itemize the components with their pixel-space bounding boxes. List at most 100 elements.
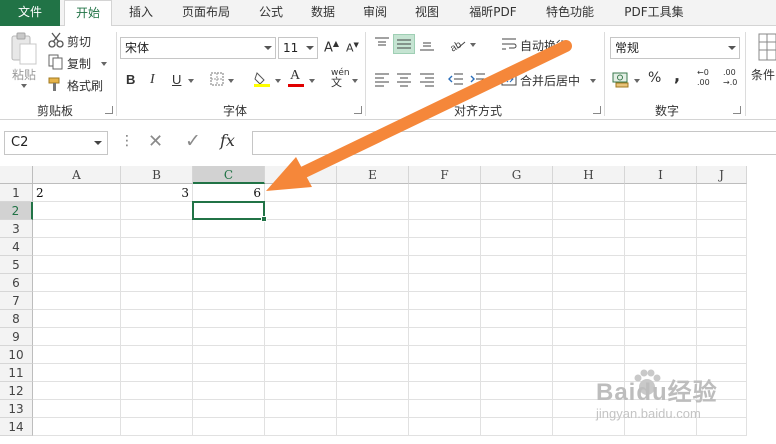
font-color-dropdown-icon[interactable] xyxy=(309,79,315,83)
cell-b1[interactable]: 3 xyxy=(121,184,193,202)
increase-decimal-button[interactable]: ←0 .00 xyxy=(697,68,710,88)
row-header-8[interactable]: 8 xyxy=(0,310,33,328)
cell-i5[interactable] xyxy=(625,256,697,274)
cell-h13[interactable] xyxy=(553,400,625,418)
cell-h7[interactable] xyxy=(553,292,625,310)
cell-d4[interactable] xyxy=(265,238,337,256)
orientation-icon[interactable]: ab xyxy=(448,36,466,54)
select-all-corner[interactable] xyxy=(0,166,33,184)
cell-i12[interactable] xyxy=(625,382,697,400)
borders-dropdown-icon[interactable] xyxy=(228,79,234,83)
align-right-icon[interactable] xyxy=(419,71,435,87)
cell-j1[interactable] xyxy=(697,184,747,202)
phonetic-guide-button[interactable]: wén 文 xyxy=(331,68,350,88)
align-bottom-icon[interactable] xyxy=(419,36,435,52)
cell-e12[interactable] xyxy=(337,382,409,400)
cell-a7[interactable] xyxy=(33,292,121,310)
cut-button[interactable]: 剪切 xyxy=(67,33,91,50)
number-format-select[interactable]: 常规 xyxy=(610,37,740,59)
align-middle-button[interactable] xyxy=(393,34,415,54)
cell-d14[interactable] xyxy=(265,418,337,436)
cell-b3[interactable] xyxy=(121,220,193,238)
column-header-c[interactable]: C xyxy=(193,166,265,184)
fill-handle[interactable] xyxy=(261,216,267,222)
cell-e4[interactable] xyxy=(337,238,409,256)
clipboard-launcher-icon[interactable] xyxy=(105,106,113,114)
cell-i6[interactable] xyxy=(625,274,697,292)
cell-f2[interactable] xyxy=(409,202,481,220)
cell-g1[interactable] xyxy=(481,184,553,202)
cell-c1[interactable]: 6 xyxy=(193,184,265,202)
cell-a5[interactable] xyxy=(33,256,121,274)
cell-g7[interactable] xyxy=(481,292,553,310)
underline-button[interactable]: U xyxy=(172,72,181,87)
insert-function-button[interactable]: fx xyxy=(220,131,235,150)
column-header-a[interactable]: A xyxy=(33,166,121,184)
cell-h8[interactable] xyxy=(553,310,625,328)
tab-data[interactable]: 数据 xyxy=(300,0,346,26)
cell-c11[interactable] xyxy=(193,364,265,382)
font-family-select[interactable]: 宋体 xyxy=(120,37,276,59)
cell-a12[interactable] xyxy=(33,382,121,400)
cell-d2[interactable] xyxy=(265,202,337,220)
cell-d7[interactable] xyxy=(265,292,337,310)
cell-e7[interactable] xyxy=(337,292,409,310)
cell-g11[interactable] xyxy=(481,364,553,382)
cell-i8[interactable] xyxy=(625,310,697,328)
confirm-entry-button[interactable]: ✓ xyxy=(185,130,201,152)
cell-b4[interactable] xyxy=(121,238,193,256)
cell-e5[interactable] xyxy=(337,256,409,274)
cell-g10[interactable] xyxy=(481,346,553,364)
merge-center-dropdown-icon[interactable] xyxy=(590,79,596,83)
cell-i13[interactable] xyxy=(625,400,697,418)
cell-c4[interactable] xyxy=(193,238,265,256)
cell-g12[interactable] xyxy=(481,382,553,400)
cell-e2[interactable] xyxy=(337,202,409,220)
tab-view[interactable]: 视图 xyxy=(404,0,450,26)
cell-a13[interactable] xyxy=(33,400,121,418)
cell-d10[interactable] xyxy=(265,346,337,364)
cell-j2[interactable] xyxy=(697,202,747,220)
cell-i4[interactable] xyxy=(625,238,697,256)
cell-j7[interactable] xyxy=(697,292,747,310)
cancel-entry-button[interactable]: ✕ xyxy=(148,131,163,152)
bold-button[interactable]: B xyxy=(126,72,135,87)
cell-e6[interactable] xyxy=(337,274,409,292)
cell-f7[interactable] xyxy=(409,292,481,310)
tab-page-layout[interactable]: 页面布局 xyxy=(170,0,242,26)
row-header-3[interactable]: 3 xyxy=(0,220,33,238)
row-header-1[interactable]: 1 xyxy=(0,184,33,202)
cell-a1[interactable]: 2 xyxy=(33,184,121,202)
cell-j11[interactable] xyxy=(697,364,747,382)
shrink-font-button[interactable]: A▼ xyxy=(346,41,359,55)
cell-e14[interactable] xyxy=(337,418,409,436)
cell-g9[interactable] xyxy=(481,328,553,346)
column-header-h[interactable]: H xyxy=(553,166,625,184)
cell-c14[interactable] xyxy=(193,418,265,436)
column-header-d[interactable]: D xyxy=(265,166,337,184)
cell-g6[interactable] xyxy=(481,274,553,292)
cell-a4[interactable] xyxy=(33,238,121,256)
cell-a14[interactable] xyxy=(33,418,121,436)
cell-f12[interactable] xyxy=(409,382,481,400)
cell-b2[interactable] xyxy=(121,202,193,220)
cell-j3[interactable] xyxy=(697,220,747,238)
cell-a2[interactable] xyxy=(33,202,121,220)
cell-g4[interactable] xyxy=(481,238,553,256)
cell-h12[interactable] xyxy=(553,382,625,400)
cell-j9[interactable] xyxy=(697,328,747,346)
cell-b10[interactable] xyxy=(121,346,193,364)
cell-h6[interactable] xyxy=(553,274,625,292)
cell-a9[interactable] xyxy=(33,328,121,346)
cell-j8[interactable] xyxy=(697,310,747,328)
cell-j5[interactable] xyxy=(697,256,747,274)
cell-j12[interactable] xyxy=(697,382,747,400)
fill-color-button[interactable] xyxy=(253,70,271,88)
copy-dropdown-icon[interactable] xyxy=(101,62,107,66)
cell-a3[interactable] xyxy=(33,220,121,238)
cell-d12[interactable] xyxy=(265,382,337,400)
cell-d8[interactable] xyxy=(265,310,337,328)
underline-dropdown-icon[interactable] xyxy=(188,79,194,83)
cell-h2[interactable] xyxy=(553,202,625,220)
cell-c10[interactable] xyxy=(193,346,265,364)
